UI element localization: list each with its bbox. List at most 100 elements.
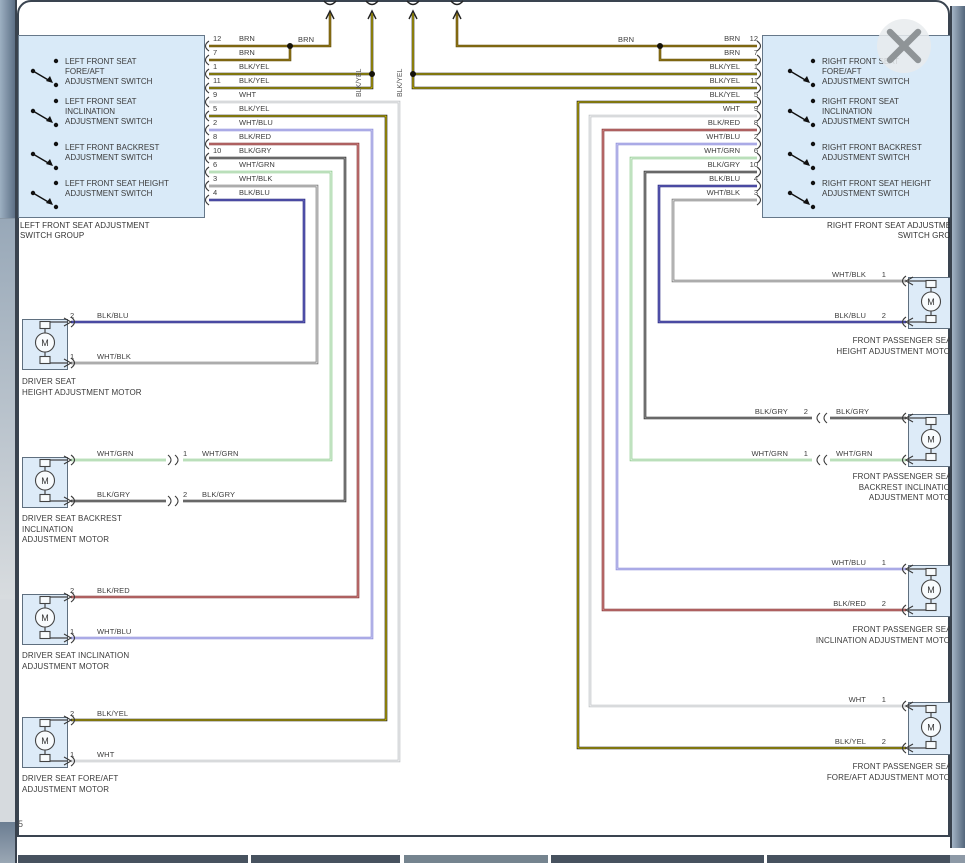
left-scrollbar-lower-thumb[interactable] bbox=[0, 822, 15, 863]
motor-label: DRIVER SEAT INCLINATION ADJUSTMENT MOTOR bbox=[22, 651, 202, 672]
wire-color-label: BLK/YEL bbox=[640, 77, 740, 85]
taskbar-item[interactable] bbox=[18, 855, 248, 863]
left-scrollbar-track bbox=[0, 219, 15, 599]
switch-label: LEFT FRONT SEAT FORE/AFT ADJUSTMENT SWIT… bbox=[65, 57, 197, 88]
wire-color-label: WHT/BLK bbox=[640, 189, 740, 197]
pin-number: 8 bbox=[740, 119, 758, 127]
motor-label: DRIVER SEAT FORE/AFT ADJUSTMENT MOTOR bbox=[22, 774, 192, 795]
close-icon bbox=[877, 19, 931, 73]
switch-label: LEFT FRONT SEAT INCLINATION ADJUSTMENT S… bbox=[65, 97, 197, 128]
wire-color-label: WHT/BLK bbox=[97, 352, 131, 361]
wire-color-label: BLK/BLU bbox=[97, 311, 129, 320]
connector-pin-row: BLK/BLU 4 bbox=[640, 175, 758, 189]
pin-number: 12 bbox=[213, 35, 239, 43]
wire-color-label: WHT/BLU bbox=[239, 119, 273, 127]
left-scrollbar[interactable] bbox=[0, 0, 17, 863]
motor-label: FRONT PASSENGER SEAT HEIGHT ADJUSTMENT M… bbox=[640, 336, 956, 357]
wire-color-label: WHT/GRN bbox=[698, 449, 788, 458]
pin-number: 7 bbox=[213, 49, 239, 57]
wire-color-label: BRN bbox=[239, 35, 255, 43]
wire-color-label: BRN bbox=[640, 35, 740, 43]
taskbar-item[interactable] bbox=[767, 855, 950, 863]
driver-seat-foreaft-motor-box bbox=[22, 717, 68, 768]
wire-color-label: BLK/GRY bbox=[640, 161, 740, 169]
wire-color-label: BLK/GRY bbox=[698, 407, 788, 416]
pin-number: 12 bbox=[740, 35, 758, 43]
taskbar-item[interactable] bbox=[251, 855, 400, 863]
right-scrollbar-foot bbox=[950, 855, 965, 863]
pin-number: 1 bbox=[70, 627, 74, 636]
wire-color-label: BLK/YEL bbox=[239, 105, 269, 113]
pin-number: 1 bbox=[796, 449, 808, 458]
pin-number: 1 bbox=[874, 270, 886, 279]
connector-pin-row: 1 BLK/YEL bbox=[213, 63, 323, 77]
wire-color-label: BLK/RED bbox=[640, 119, 740, 127]
connector-pin-row: WHT 9 bbox=[640, 105, 758, 119]
wire-color-label: BLK/GRY bbox=[836, 407, 869, 416]
pin-number: 2 bbox=[740, 133, 758, 141]
pin-number: 5 bbox=[740, 91, 758, 99]
close-button[interactable] bbox=[877, 19, 931, 73]
connector-pin-row: 10 BLK/GRY bbox=[213, 147, 323, 161]
wire-color-label: BLK/GRY bbox=[97, 490, 130, 499]
switch-label: RIGHT FRONT BACKREST ADJUSTMENT SWITCH bbox=[822, 143, 954, 163]
wire-color-label: BLK/YEL bbox=[239, 77, 269, 85]
pin-number: 1 bbox=[874, 558, 886, 567]
driver-seat-inclination-motor-box bbox=[22, 594, 68, 645]
wire-color-label: BLK/BLU bbox=[239, 189, 270, 197]
connector-pin-row: BRN 7 bbox=[640, 49, 758, 63]
pin-number: 1 bbox=[70, 750, 74, 759]
left-scrollbar-thumb[interactable] bbox=[0, 0, 15, 219]
pin-number: 11 bbox=[213, 77, 239, 85]
pin-number: 8 bbox=[213, 133, 239, 141]
wire-color-label: WHT/GRN bbox=[640, 147, 740, 155]
connector-pin-row: 4 BLK/BLU bbox=[213, 189, 323, 203]
wire-color-label: WHT/GRN bbox=[836, 449, 873, 458]
wire-color-label: BLK/RED bbox=[239, 133, 271, 141]
wire-color-label: BRN bbox=[618, 35, 634, 44]
passenger-seat-inclination-motor-box bbox=[908, 565, 952, 617]
pin-number: 2 bbox=[70, 709, 74, 718]
wire-color-label: BLK/GRY bbox=[202, 490, 235, 499]
wire-color-label-vertical: BLK/YEL bbox=[356, 69, 363, 97]
wire-color-label: BRN bbox=[640, 49, 740, 57]
connector-pin-row: 5 BLK/YEL bbox=[213, 105, 323, 119]
pin-number: 11 bbox=[740, 77, 758, 85]
motor-label: FRONT PASSENGER SEAT INCLINATION ADJUSTM… bbox=[640, 625, 956, 646]
wire-color-label: WHT/GRN bbox=[202, 449, 239, 458]
pin-number: 3 bbox=[740, 189, 758, 197]
pin-number: 6 bbox=[740, 147, 758, 155]
taskbar-item[interactable] bbox=[551, 855, 764, 863]
wire-color-label: WHT/BLK bbox=[239, 175, 272, 183]
right-scrollbar[interactable] bbox=[950, 6, 965, 848]
switch-label: RIGHT FRONT SEAT HEIGHT ADJUSTMENT SWITC… bbox=[822, 179, 954, 199]
wire-color-label: WHT bbox=[640, 105, 740, 113]
right-connector-pin-list: BRN 12 BRN 7 BLK/YEL 1 BLK/YEL 11 BLK/YE… bbox=[640, 35, 758, 203]
motor-label: DRIVER SEAT BACKREST INCLINATION ADJUSTM… bbox=[22, 514, 192, 546]
connector-pin-row: BLK/RED 8 bbox=[640, 119, 758, 133]
taskbar-item-active[interactable] bbox=[404, 855, 548, 863]
passenger-seat-backrest-motor-box bbox=[908, 414, 952, 467]
connector-pin-row: BLK/YEL 1 bbox=[640, 63, 758, 77]
pin-number: 6 bbox=[213, 161, 239, 169]
wire-color-label: WHT/BLU bbox=[97, 627, 131, 636]
pin-number: 1 bbox=[740, 63, 758, 71]
pin-number: 1 bbox=[183, 449, 187, 458]
wire-color-label: WHT/BLU bbox=[770, 558, 866, 567]
motor-label: FRONT PASSENGER SEAT BACKREST INCLINATIO… bbox=[640, 472, 956, 504]
driver-seat-backrest-motor-box bbox=[22, 457, 68, 508]
connector-pin-row: 8 BLK/RED bbox=[213, 133, 323, 147]
pin-number: 2 bbox=[213, 119, 239, 127]
pin-number: 2 bbox=[183, 490, 187, 499]
wire-color-label: BLK/BLU bbox=[770, 311, 866, 320]
pin-number: 10 bbox=[740, 161, 758, 169]
passenger-seat-foreaft-motor-box bbox=[908, 702, 952, 755]
pin-number: 1 bbox=[874, 695, 886, 704]
connector-pin-row: 9 WHT bbox=[213, 91, 323, 105]
connector-pin-row: WHT/BLU 2 bbox=[640, 133, 758, 147]
pin-number: 4 bbox=[740, 175, 758, 183]
component-caption: RIGHT FRONT SEAT ADJUSTMENT SWITCH GROUP bbox=[640, 221, 962, 241]
pin-number: 2 bbox=[874, 311, 886, 320]
wire-color-label: BLK/GRY bbox=[239, 147, 271, 155]
wire-color-label: BLK/YEL bbox=[770, 737, 866, 746]
